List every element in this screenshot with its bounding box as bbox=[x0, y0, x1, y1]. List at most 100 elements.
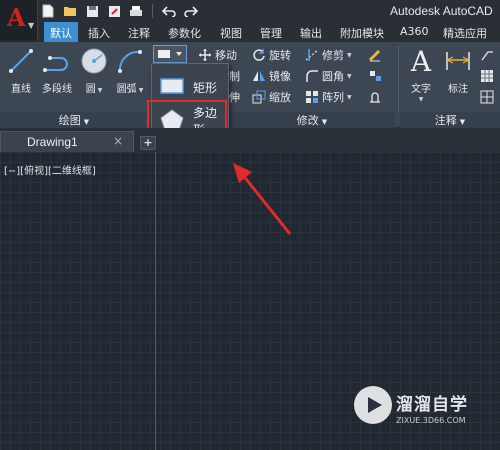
circle-icon bbox=[79, 46, 109, 76]
tab-addins[interactable]: 附加模块 bbox=[340, 22, 384, 42]
title-bar: Autodesk AutoCAD bbox=[0, 0, 500, 22]
line-tool-label: 直线 bbox=[11, 84, 31, 95]
document-tab-strip: Drawing1 × + bbox=[0, 128, 500, 152]
application-menu-button[interactable]: A ▼ bbox=[0, 0, 38, 40]
quick-access-toolbar bbox=[40, 3, 199, 19]
chevron-down-icon: ▼ bbox=[347, 93, 352, 101]
annotation-panel-footer[interactable]: 注释 ▼ bbox=[400, 112, 500, 128]
tab-output[interactable]: 输出 bbox=[300, 22, 322, 42]
array-tool[interactable]: 阵列 ▼ bbox=[305, 88, 352, 106]
fillet-tool-label: 圆角 bbox=[322, 70, 344, 83]
arc-tool[interactable]: 圆弧 ▼ bbox=[114, 46, 146, 95]
table-tool[interactable] bbox=[480, 67, 494, 85]
line-icon bbox=[6, 46, 36, 76]
trim-tool[interactable]: 修剪 ▼ bbox=[305, 46, 352, 64]
open-folder-icon[interactable] bbox=[62, 3, 78, 19]
scale-tool-label: 缩放 bbox=[269, 91, 291, 104]
rectangle-icon bbox=[159, 76, 185, 99]
mirror-tool-label: 镜像 bbox=[269, 70, 291, 83]
window-title: Autodesk AutoCAD bbox=[390, 4, 493, 18]
tab-view[interactable]: 视图 bbox=[220, 22, 242, 42]
text-icon: A bbox=[410, 44, 432, 78]
chevron-down-icon: ▼ bbox=[418, 96, 424, 103]
array-tool-label: 阵列 bbox=[322, 91, 344, 104]
move-icon bbox=[198, 48, 212, 62]
chevron-down-icon: ▼ bbox=[321, 118, 328, 126]
chevron-down-icon: ▼ bbox=[83, 118, 90, 126]
leader-icon bbox=[480, 48, 494, 62]
mirror-icon bbox=[252, 69, 266, 83]
text-tool[interactable]: A 文字 ▼ bbox=[404, 44, 438, 104]
chevron-down-icon: ▼ bbox=[28, 21, 35, 30]
tab-annotate[interactable]: 注释 bbox=[128, 22, 150, 42]
tab-featured-apps[interactable]: 精选应用 bbox=[443, 22, 487, 42]
new-file-icon[interactable] bbox=[40, 3, 56, 19]
array-icon bbox=[305, 90, 319, 104]
chevron-down-icon: ▼ bbox=[347, 51, 352, 59]
trim-tool-label: 修剪 bbox=[322, 49, 344, 62]
erase-tool[interactable] bbox=[368, 46, 382, 64]
chevron-down-icon: ▼ bbox=[347, 72, 352, 80]
arc-tool-label: 圆弧 ▼ bbox=[116, 84, 144, 95]
save-as-icon[interactable] bbox=[106, 3, 122, 19]
mirror-tool[interactable]: 镜像 bbox=[252, 67, 291, 85]
grid-icon bbox=[480, 90, 494, 104]
watermark-url: ZIXUE.3D66.COM bbox=[396, 416, 466, 425]
table-icon bbox=[480, 69, 494, 83]
save-icon[interactable] bbox=[84, 3, 100, 19]
polyline-tool[interactable]: 多段线 bbox=[38, 46, 76, 95]
dimension-tool[interactable]: 标注 bbox=[440, 46, 476, 95]
stretch-tool[interactable]: 伸 bbox=[229, 88, 240, 106]
modify-panel-footer[interactable]: 修改 ▼ bbox=[230, 112, 394, 128]
circle-tool[interactable]: 圆 ▼ bbox=[79, 46, 109, 95]
scale-icon bbox=[252, 90, 266, 104]
close-icon[interactable]: × bbox=[113, 134, 123, 148]
ribbon: 直线 多段线 圆 ▼ 圆弧 ▼ 绘图 ▼ 移动 旋转 修剪 ▼ 制 镜像 圆角 … bbox=[0, 42, 500, 128]
explode-tool[interactable] bbox=[368, 67, 382, 85]
polyline-tool-label: 多段线 bbox=[42, 84, 72, 95]
draw-panel-footer[interactable]: 绘图 ▼ bbox=[0, 112, 148, 128]
redo-icon[interactable] bbox=[183, 3, 199, 19]
rectangle-menu-item[interactable]: 矩形 bbox=[156, 72, 228, 102]
move-tool-label: 移动 bbox=[215, 49, 237, 62]
arc-icon bbox=[114, 46, 146, 76]
rotate-icon bbox=[252, 48, 266, 62]
print-icon[interactable] bbox=[128, 3, 144, 19]
rectangle-menu-label: 矩形 bbox=[193, 80, 218, 95]
tab-parametric[interactable]: 参数化 bbox=[168, 22, 201, 42]
copy-tool-label-partial: 制 bbox=[229, 70, 240, 83]
watermark-title: 溜溜自学 bbox=[396, 395, 468, 415]
fillet-icon bbox=[305, 69, 319, 83]
tab-a360[interactable]: A360 bbox=[400, 22, 429, 42]
trim-icon bbox=[305, 48, 319, 62]
table-style-tool[interactable] bbox=[480, 88, 494, 106]
toolbar-divider bbox=[152, 4, 153, 18]
tab-manage[interactable]: 管理 bbox=[260, 22, 282, 42]
leader-tool[interactable] bbox=[480, 46, 494, 64]
copy-tool[interactable]: 制 bbox=[229, 67, 240, 85]
explode-icon bbox=[368, 69, 382, 83]
dimension-tool-label: 标注 bbox=[448, 84, 468, 95]
offset-tool[interactable] bbox=[368, 88, 382, 106]
tab-home[interactable]: 默认 bbox=[44, 22, 78, 42]
new-tab-button[interactable]: + bbox=[140, 136, 156, 150]
offset-icon bbox=[368, 90, 382, 104]
play-logo-icon bbox=[354, 386, 392, 424]
undo-icon[interactable] bbox=[161, 3, 177, 19]
line-tool[interactable]: 直线 bbox=[6, 46, 36, 95]
dimension-icon bbox=[440, 46, 476, 76]
fillet-tool[interactable]: 圆角 ▼ bbox=[305, 67, 352, 85]
text-tool-label: 文字 bbox=[411, 84, 431, 95]
panel-divider bbox=[398, 46, 399, 112]
rectangle-split-button[interactable] bbox=[153, 45, 187, 63]
chevron-down-icon: ▼ bbox=[459, 118, 466, 126]
erase-icon bbox=[368, 48, 382, 62]
rotate-tool[interactable]: 旋转 bbox=[252, 46, 291, 64]
document-tab-label: Drawing1 bbox=[27, 135, 78, 149]
tab-insert[interactable]: 插入 bbox=[88, 22, 110, 42]
move-tool[interactable]: 移动 bbox=[198, 46, 237, 64]
autocad-logo: A bbox=[7, 3, 26, 32]
document-tab-drawing1[interactable]: Drawing1 × bbox=[0, 131, 134, 152]
polyline-icon bbox=[38, 46, 76, 76]
scale-tool[interactable]: 缩放 bbox=[252, 88, 291, 106]
